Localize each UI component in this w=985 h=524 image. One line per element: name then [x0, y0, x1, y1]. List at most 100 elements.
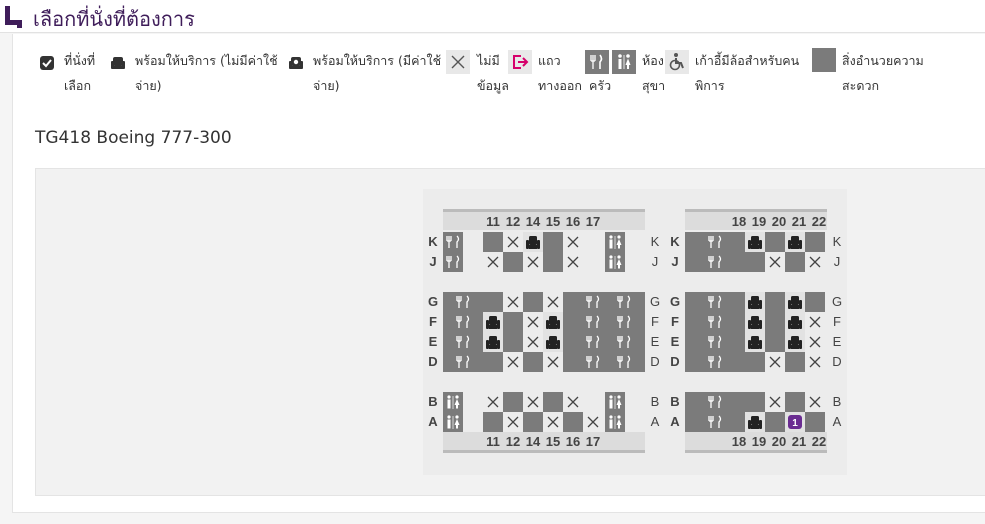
free-seat-icon — [111, 57, 125, 69]
seat-unavailable — [523, 292, 543, 312]
galley-block — [685, 352, 745, 372]
galley-block — [443, 352, 483, 372]
seat-unavailable — [483, 232, 503, 252]
row-number: 14 — [526, 214, 541, 229]
galley-block — [443, 252, 463, 272]
seat-letter: E — [429, 334, 438, 349]
galley-block — [443, 292, 483, 312]
row-number: 21 — [792, 214, 806, 229]
seat-unavailable — [563, 332, 583, 352]
legend-facility: สิ่งอำนวยความ สะดวก — [842, 53, 924, 93]
seat-map: 11 11 12 12 14 14 15 15 16 16 17 17 18 18 19 19 20 20 21 21… — [423, 189, 847, 475]
seat-letter: A — [670, 414, 680, 429]
seat-letter: E — [833, 334, 842, 349]
row-number: 22 — [812, 214, 826, 229]
seat-letter: E — [671, 334, 680, 349]
row-number: 16 — [566, 434, 580, 449]
seat-unavailable — [523, 352, 543, 372]
seat-letter: F — [833, 314, 841, 329]
seat-letter: J — [429, 254, 436, 269]
seat-legend: ที่นั่งที่ เลือก พร้อมให้บริการ (ไม่มีค่… — [13, 34, 985, 104]
row-number: 19 — [752, 434, 766, 449]
galley-block — [685, 332, 745, 352]
galley-block — [685, 412, 745, 432]
galley-icon — [585, 50, 609, 74]
galley-block — [583, 352, 603, 372]
legend-galley: ครัว — [589, 78, 612, 93]
row-number: 21 — [792, 434, 806, 449]
seat-unavailable — [785, 352, 805, 372]
galley-block — [603, 312, 645, 332]
seat-letter: B — [833, 394, 842, 409]
legend-lavatory: ห้อง สุขา — [642, 53, 666, 93]
seat-letter: B — [651, 394, 660, 409]
seat-unavailable — [785, 252, 805, 272]
seat-letter: G — [428, 294, 438, 309]
row-number: 20 — [772, 434, 786, 449]
seat-map-svg: 11 11 12 12 14 14 15 15 16 16 17 17 18 18 19 19 20 20 21 21… — [428, 209, 842, 453]
wheelchair-icon — [665, 50, 689, 74]
page-title: เลือกที่นั่งที่ต้องการ — [33, 7, 195, 31]
paid-seat-icon — [289, 57, 303, 69]
row-footer-left — [443, 432, 645, 450]
row-number: 17 — [586, 434, 600, 449]
galley-block — [603, 352, 645, 372]
galley-block — [685, 392, 745, 412]
row-number: 17 — [586, 214, 600, 229]
seat-unavailable — [563, 352, 583, 372]
seat-unavailable — [503, 392, 523, 412]
seat-letter: F — [671, 314, 679, 329]
seat-letter: K — [651, 234, 660, 249]
seat-letter: J — [834, 254, 841, 269]
legend-wheelchair: เก้าอี้มีล้อสำหรับคน พิการ — [695, 53, 800, 93]
seat-letter: K — [670, 234, 680, 249]
seat-unavailable — [745, 252, 765, 272]
seat-unavailable — [543, 252, 563, 272]
row-number: 12 — [506, 434, 520, 449]
row-number: 18 — [732, 434, 746, 449]
cabin-bottom-bar — [685, 450, 827, 453]
row-number: 16 — [566, 214, 580, 229]
row-number: 22 — [812, 434, 826, 449]
row-number: 20 — [772, 214, 786, 229]
section-header: เลือกที่นั่งที่ต้องการ — [0, 0, 985, 33]
seat-unavailable — [765, 412, 785, 432]
galley-block — [685, 232, 745, 252]
seat-unavailable — [765, 312, 785, 332]
seat-unavailable — [765, 232, 785, 252]
seat-letter: K — [833, 234, 842, 249]
seat-letter: D — [428, 354, 437, 369]
seat-unavailable — [483, 352, 503, 372]
seat-unavailable — [543, 232, 563, 252]
seat-unavailable — [765, 332, 785, 352]
row-number: 11 — [486, 214, 500, 229]
seat-unavailable — [563, 312, 583, 332]
seat-unavailable — [503, 312, 523, 332]
galley-block — [443, 312, 483, 332]
seat-letter: F — [429, 314, 437, 329]
seat-letter: D — [832, 354, 841, 369]
row-number: 14 — [526, 434, 541, 449]
seat-unavailable — [805, 292, 825, 312]
seat-unavailable — [805, 232, 825, 252]
row-number: 12 — [506, 214, 520, 229]
seat-unavailable — [483, 412, 503, 432]
selected-badge-number: 1 — [792, 418, 798, 429]
galley-block — [443, 232, 463, 252]
divider — [12, 512, 985, 513]
galley-block — [603, 332, 645, 352]
seat-letter: E — [651, 334, 660, 349]
seat-letter: A — [651, 414, 660, 429]
galley-block — [685, 292, 745, 312]
seat-letter: D — [670, 354, 679, 369]
seat-letter: G — [670, 294, 680, 309]
seat-unavailable — [563, 412, 583, 432]
row-number: 19 — [752, 214, 766, 229]
seat-unavailable — [563, 292, 583, 312]
legend-free: พร้อมให้บริการ (ไม่มีค่าใช้ จ่าย) — [135, 53, 278, 93]
seat-letter: J — [652, 254, 659, 269]
seat-letter: A — [833, 414, 842, 429]
galley-block — [685, 312, 745, 332]
seat-selection-panel: ที่นั่งที่ เลือก พร้อมให้บริการ (ไม่มีค่… — [12, 34, 985, 512]
legend-exit: แถว ทางออก — [538, 53, 582, 93]
